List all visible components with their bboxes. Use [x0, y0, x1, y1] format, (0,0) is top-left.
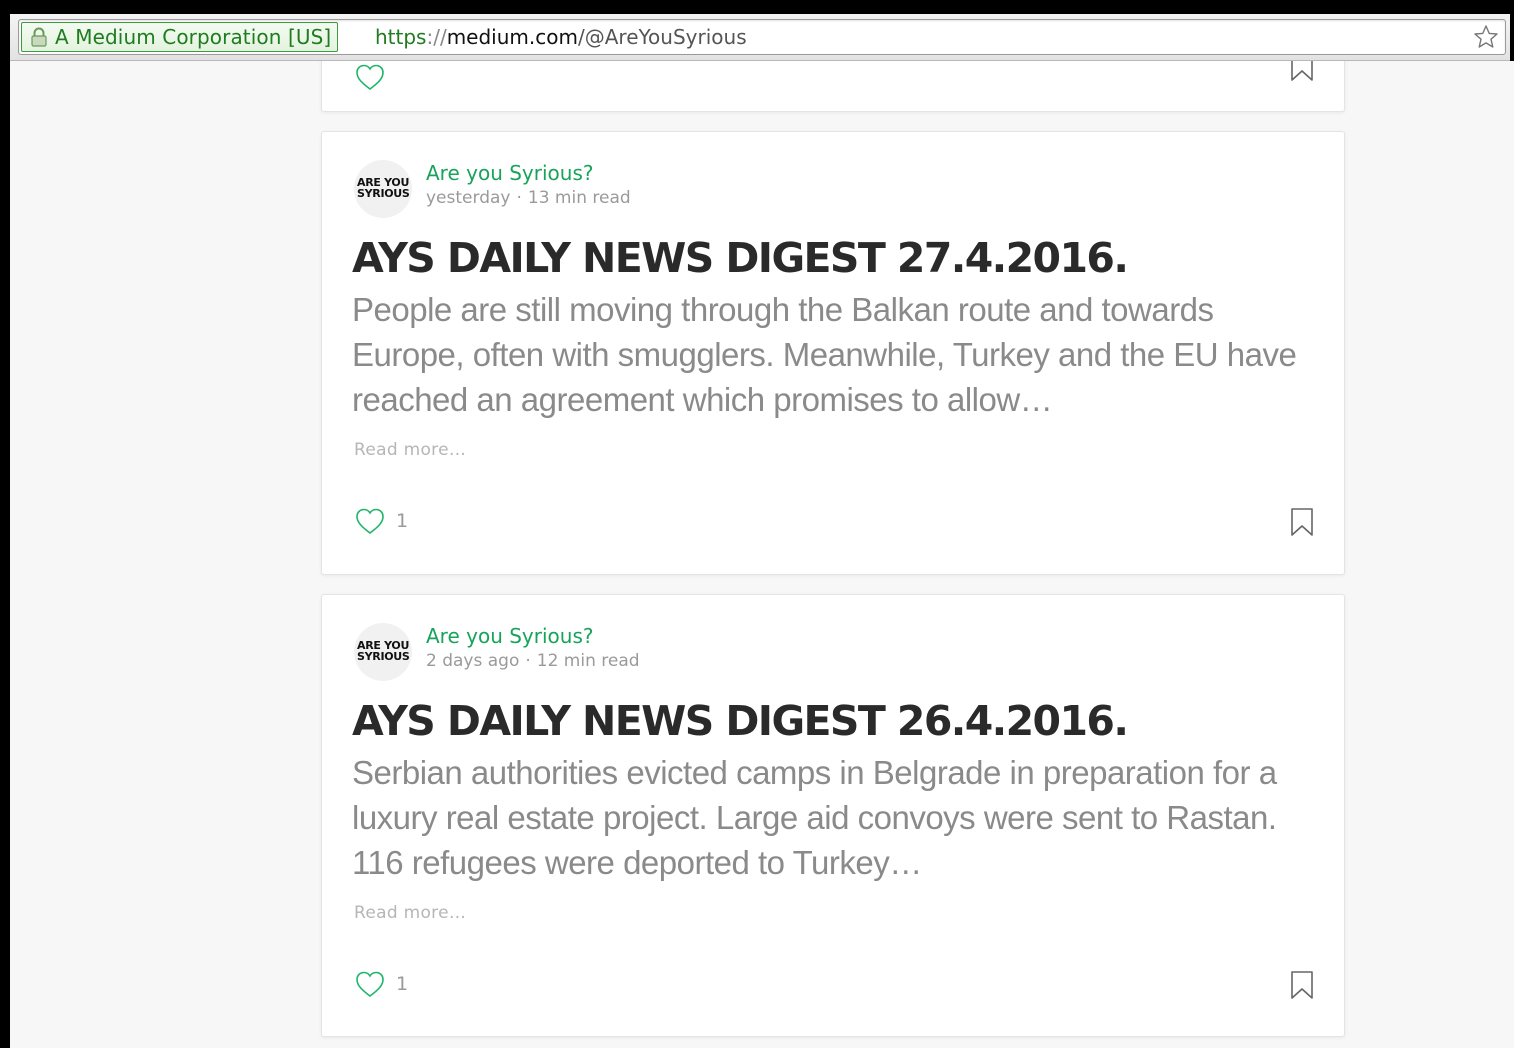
star-icon[interactable] — [1473, 24, 1499, 50]
post-meta: 2 days ago · 12 min read — [426, 649, 640, 673]
post-card-previous[interactable] — [321, 61, 1345, 112]
ev-certificate-badge[interactable]: A Medium Corporation [US] — [21, 22, 339, 52]
url-text[interactable]: https://medium.com/@AreYouSyrious — [375, 23, 747, 51]
bookmark-icon[interactable] — [1290, 507, 1314, 537]
recommend-area: 1 — [354, 969, 408, 999]
lock-icon — [31, 27, 47, 47]
like-count[interactable]: 1 — [396, 973, 408, 995]
author-row: ARE YOU SYRIOUS Are you Syrious? yesterd… — [354, 160, 631, 218]
url-path: /@AreYouSyrious — [577, 25, 747, 49]
url-separator: :// — [426, 25, 447, 49]
author-row: ARE YOU SYRIOUS Are you Syrious? 2 days … — [354, 623, 640, 681]
avatar-logo: ARE YOU SYRIOUS — [357, 176, 410, 200]
avatar-logo: ARE YOU SYRIOUS — [357, 639, 410, 663]
bookmark-icon[interactable] — [1290, 970, 1314, 1000]
read-time: 13 min read — [527, 188, 631, 208]
post-time[interactable]: yesterday — [426, 188, 510, 208]
post-title[interactable]: AYS DAILY NEWS DIGEST 27.4.2016. — [352, 232, 1129, 284]
read-more-link[interactable]: Read more… — [354, 440, 466, 460]
heart-icon[interactable] — [354, 62, 386, 92]
author-meta: Are you Syrious? 2 days ago · 12 min read — [426, 623, 640, 673]
avatar[interactable]: ARE YOU SYRIOUS — [354, 623, 412, 681]
heart-icon[interactable] — [354, 506, 386, 536]
author-meta: Are you Syrious? yesterday · 13 min read — [426, 160, 631, 210]
ev-certificate-label: A Medium Corporation [US] — [55, 25, 332, 49]
post-meta: yesterday · 13 min read — [426, 186, 631, 210]
browser-window: A Medium Corporation [US] https://medium… — [0, 0, 1514, 1048]
post-excerpt[interactable]: People are still moving through the Balk… — [352, 287, 1322, 422]
post-title[interactable]: AYS DAILY NEWS DIGEST 26.4.2016. — [352, 695, 1129, 747]
url-host: medium.com — [446, 25, 578, 49]
heart-icon[interactable] — [354, 969, 386, 999]
meta-separator: · — [525, 651, 531, 671]
meta-separator: · — [516, 188, 522, 208]
author-name-link[interactable]: Are you Syrious? — [426, 160, 631, 186]
read-time: 12 min read — [536, 651, 640, 671]
avatar[interactable]: ARE YOU SYRIOUS — [354, 160, 412, 218]
like-count[interactable]: 1 — [396, 510, 408, 532]
post-card[interactable]: ARE YOU SYRIOUS Are you Syrious? yesterd… — [321, 131, 1345, 575]
post-card[interactable]: ARE YOU SYRIOUS Are you Syrious? 2 days … — [321, 594, 1345, 1037]
address-bar[interactable]: A Medium Corporation [US] https://medium… — [18, 19, 1506, 55]
url-scheme: https — [375, 25, 427, 49]
read-more-link[interactable]: Read more… — [354, 903, 466, 923]
author-name-link[interactable]: Are you Syrious? — [426, 623, 640, 649]
recommend-area: 1 — [354, 506, 408, 536]
medium-profile-page: ARE YOU SYRIOUS Are you Syrious? yesterd… — [10, 61, 1514, 1048]
post-time[interactable]: 2 days ago — [426, 651, 519, 671]
bookmark-icon[interactable] — [1290, 61, 1314, 82]
post-excerpt[interactable]: Serbian authorities evicted camps in Bel… — [352, 750, 1322, 885]
browser-toolbar: A Medium Corporation [US] https://medium… — [10, 14, 1510, 61]
